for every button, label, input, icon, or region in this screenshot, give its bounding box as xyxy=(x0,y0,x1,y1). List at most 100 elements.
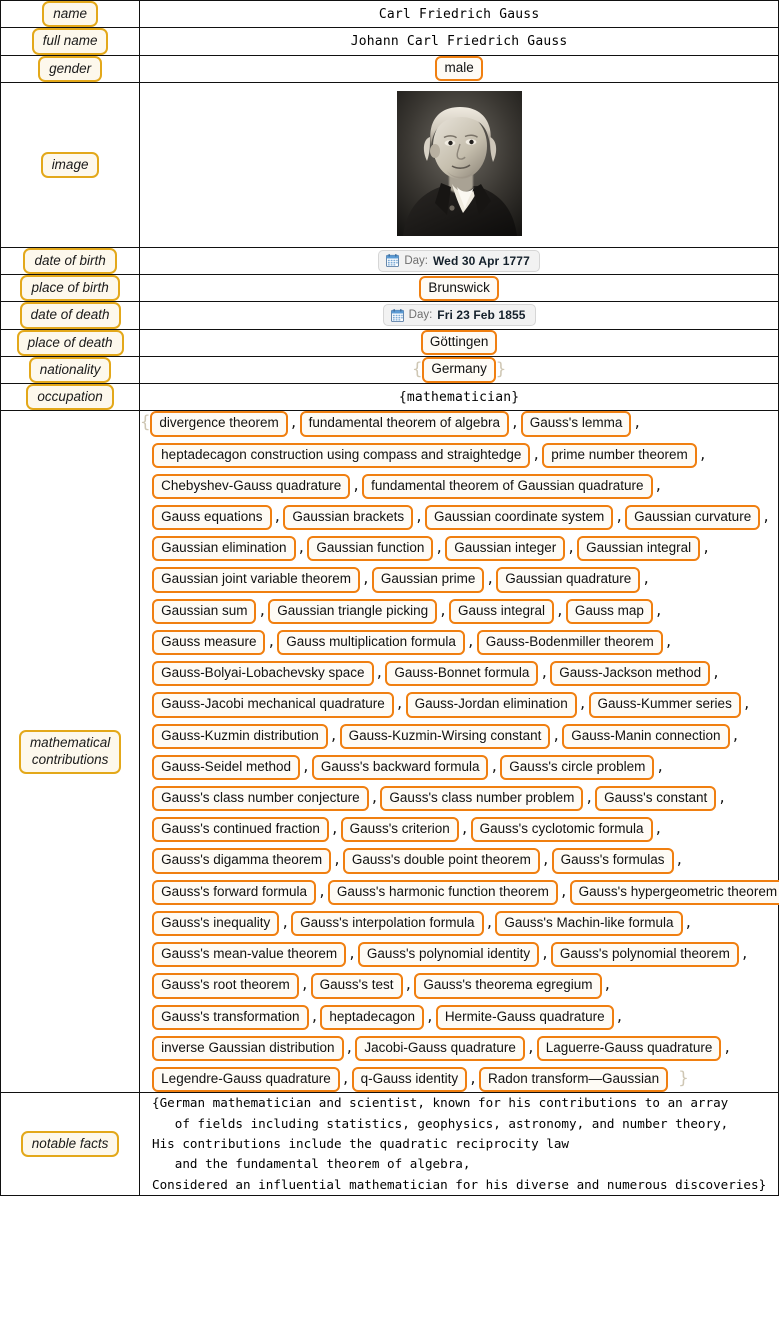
contribution-chip[interactable]: Gauss's criterion xyxy=(340,817,459,843)
contribution-chip[interactable]: Gauss-Kuzmin distribution xyxy=(152,723,328,749)
contribution-chip[interactable]: Legendre-Gauss quadrature xyxy=(152,1066,340,1093)
property-label-image[interactable]: image xyxy=(40,151,100,178)
contribution-chip[interactable]: Gaussian prime xyxy=(371,567,485,593)
contribution-chip[interactable]: Gauss's constant xyxy=(595,786,717,812)
property-label-date-of-death[interactable]: date of death xyxy=(19,302,121,329)
property-label-notable-facts[interactable]: notable facts xyxy=(20,1131,120,1158)
contribution-chip[interactable]: Gauss integral xyxy=(448,598,555,624)
contribution-chip[interactable]: Gaussian coordinate system xyxy=(424,505,614,531)
contribution-chip[interactable]: Gauss equations xyxy=(152,505,272,531)
property-label-name[interactable]: name xyxy=(42,1,98,28)
contribution-chip[interactable]: Gauss's mean-value theorem xyxy=(152,942,347,968)
contribution-chip[interactable]: heptadecagon xyxy=(320,1004,424,1030)
contribution-chip[interactable]: Gauss's theorema egregium xyxy=(414,973,602,999)
contribution-chip[interactable]: Gauss-Bonnet formula xyxy=(385,661,539,687)
contribution-chip[interactable]: Gaussian curvature xyxy=(625,505,761,531)
contribution-chip[interactable]: Gauss-Bolyai-Lobachevsky space xyxy=(152,661,374,687)
contribution-chip[interactable]: Gaussian quadrature xyxy=(496,567,641,593)
contribution-chip[interactable]: Gauss-Seidel method xyxy=(152,754,300,781)
contribution-chip[interactable]: Gauss-Manin connection xyxy=(562,723,730,749)
date-badge-birth[interactable]: Day: Wed 30 Apr 1777 xyxy=(378,249,540,272)
contribution-chip[interactable]: Gauss's interpolation formula xyxy=(291,910,484,937)
contribution-chip[interactable]: Gauss-Jacobi mechanical quadrature xyxy=(152,692,394,718)
row-label-cell: notable facts xyxy=(0,1092,141,1197)
contribution-chip[interactable]: Gauss's hypergeometric theorem xyxy=(569,879,779,905)
value-chip-place-of-death[interactable]: Göttingen xyxy=(420,330,498,356)
contribution-chip[interactable]: Gauss's continued fraction xyxy=(152,817,329,843)
contribution-chip[interactable]: Gauss's circle problem xyxy=(500,754,655,781)
row-label-cell: date of birth xyxy=(0,246,141,276)
contribution-chip[interactable]: Gauss's class number problem xyxy=(380,786,584,812)
contribution-chip[interactable]: Gaussian integral xyxy=(577,536,701,562)
property-label-place-of-birth[interactable]: place of birth xyxy=(20,275,120,302)
contribution-chip[interactable]: Gauss's test xyxy=(310,973,403,999)
row-label-cell: occupation xyxy=(0,383,141,412)
contribution-chip[interactable]: Gaussian sum xyxy=(152,598,257,624)
contribution-chip[interactable]: fundamental theorem of Gaussian quadratu… xyxy=(362,473,653,500)
contribution-chip[interactable]: fundamental theorem of algebra xyxy=(299,411,509,437)
contribution-chip[interactable]: divergence theorem xyxy=(150,411,288,437)
contribution-chip[interactable]: Gaussian function xyxy=(307,536,434,562)
contribution-chip[interactable]: Gauss measure xyxy=(152,629,266,656)
contributions-line: Gauss-Jacobi mechanical quadrature, Gauss… xyxy=(140,692,778,718)
contribution-chip[interactable]: Gauss-Jordan elimination xyxy=(405,692,577,718)
contribution-chip[interactable]: Chebyshev-Gauss quadrature xyxy=(152,473,351,500)
contribution-chip[interactable]: inverse Gaussian distribution xyxy=(152,1035,344,1061)
contribution-chip[interactable]: Gauss's Machin-like formula xyxy=(495,910,683,937)
property-label-gender[interactable]: gender xyxy=(38,55,103,82)
value-chip-place-of-birth[interactable]: Brunswick xyxy=(419,275,499,301)
contribution-chip[interactable]: Gauss map xyxy=(565,598,653,624)
property-label-occupation[interactable]: occupation xyxy=(26,384,114,411)
contribution-chip[interactable]: Gauss multiplication formula xyxy=(277,629,465,656)
contribution-chip[interactable]: Gauss-Bodenmiller theorem xyxy=(476,629,663,656)
contribution-chip[interactable]: Gauss's class number conjecture xyxy=(152,786,369,812)
contribution-chip[interactable]: prime number theorem xyxy=(542,442,697,468)
contributions-line: Gauss's forward formula, Gauss's harmonic… xyxy=(140,879,779,905)
contribution-chip[interactable]: q-Gauss identity xyxy=(351,1066,468,1093)
contributions-line: Gaussian elimination, Gaussian function, G… xyxy=(140,536,778,562)
value-chip-gender[interactable]: male xyxy=(435,56,483,82)
contribution-chip[interactable]: Gaussian integer xyxy=(445,536,566,562)
separator-comma: , xyxy=(333,853,341,869)
contribution-chip[interactable]: Gauss's root theorem xyxy=(152,973,299,999)
calendar-icon xyxy=(390,309,404,322)
contribution-chip[interactable]: Gauss's polynomial identity xyxy=(357,942,540,968)
contribution-chip[interactable]: Gauss's forward formula xyxy=(152,879,317,905)
contribution-chip[interactable]: Gauss's inequality xyxy=(152,910,280,937)
contribution-chip[interactable]: Gauss's formulas xyxy=(551,848,674,874)
property-label-place-of-death[interactable]: place of death xyxy=(16,329,124,356)
separator-comma: , xyxy=(370,791,379,807)
contribution-chip[interactable]: Gauss's harmonic function theorem xyxy=(327,879,558,905)
contribution-chip[interactable]: Hermite-Gauss quadrature xyxy=(435,1004,614,1030)
contribution-chip[interactable]: Radon transform—Gaussian xyxy=(479,1066,669,1093)
contribution-chip[interactable]: Gaussian joint variable theorem xyxy=(152,567,361,593)
contributions-line: Gauss's transformation, heptadecagon, Herm… xyxy=(140,1004,778,1030)
contribution-chip[interactable]: Gauss's transformation xyxy=(152,1004,309,1030)
contribution-chip[interactable]: Gauss's lemma xyxy=(520,411,632,437)
property-label-date-of-birth[interactable]: date of birth xyxy=(23,247,117,275)
contribution-chip[interactable]: Gauss's polynomial theorem xyxy=(550,942,739,968)
contribution-chip[interactable]: heptadecagon construction using compass … xyxy=(152,442,531,468)
contribution-chip[interactable]: Gauss-Jackson method xyxy=(550,661,711,687)
contribution-chip[interactable]: Gauss-Kuzmin-Wirsing constant xyxy=(339,723,551,749)
contribution-chip[interactable]: Gaussian triangle picking xyxy=(268,598,438,624)
row-label-cell: nationality xyxy=(0,355,141,385)
value-chip-nationality[interactable]: Germany xyxy=(422,357,496,383)
contribution-chip[interactable]: Laguerre-Gauss quadrature xyxy=(536,1035,722,1061)
separator-comma: , xyxy=(486,572,495,588)
separator-comma: , xyxy=(718,791,727,807)
property-label-full-name[interactable]: full name xyxy=(31,28,109,55)
property-label-mathematical-contributions[interactable]: mathematical contributions xyxy=(18,730,122,774)
property-label-nationality[interactable]: nationality xyxy=(28,356,112,384)
contribution-chip[interactable]: Gaussian elimination xyxy=(152,536,296,562)
contribution-chip[interactable]: Gaussian brackets xyxy=(283,505,414,531)
portrait-image[interactable] xyxy=(396,90,522,236)
contribution-chip[interactable]: Jacobi-Gauss quadrature xyxy=(355,1035,525,1061)
contribution-chip[interactable]: Gauss's double point theorem xyxy=(342,848,540,874)
separator-comma: , xyxy=(485,915,494,931)
contribution-chip[interactable]: Gauss's cyclotomic formula xyxy=(470,817,653,843)
contribution-chip[interactable]: Gauss-Kummer series xyxy=(588,692,741,718)
contribution-chip[interactable]: Gauss's backward formula xyxy=(311,754,489,781)
contribution-chip[interactable]: Gauss's digamma theorem xyxy=(152,848,332,874)
date-badge-death[interactable]: Day: Fri 23 Feb 1855 xyxy=(382,304,536,327)
